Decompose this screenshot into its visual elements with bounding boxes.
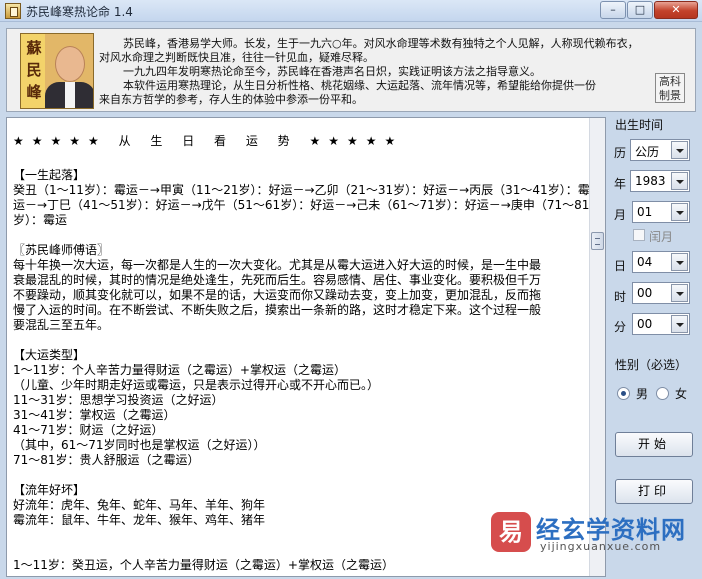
reading-line [13, 468, 591, 483]
reading-text: ★★★★★ 从 生 日 看 运 势 ★★★★★ 【一生起落】 癸丑（1～11岁）：… [13, 134, 591, 573]
reading-line: 癸丑（1～11岁）：霉运－→甲寅（11～21岁）：好运－→乙卯（21～31岁）：… [13, 183, 590, 197]
minute-value: 00 [637, 317, 653, 331]
calendar-value: 公历 [635, 145, 660, 159]
month-label: 月 [614, 208, 627, 222]
month-value: 01 [637, 205, 653, 219]
birth-time-title: 出生时间 [615, 118, 664, 132]
reading-line: 31～41岁：掌权运（之霉运） [13, 408, 176, 422]
reading-line: 41～71岁：财运（之好运） [13, 423, 164, 437]
minimize-button[interactable]: – [600, 1, 626, 19]
reading-line: 〖苏民峰师傅语〗 [13, 243, 110, 257]
intro-line: 来自东方哲学的参考，存人生的体验中参添一份平和。 [99, 93, 363, 106]
start-button[interactable]: 开始 [615, 432, 693, 457]
day-value: 04 [637, 255, 653, 269]
intro-text: 苏民峰，香港易学大师。长发，生于一九六○年。对风水命理等术数有独特之个人见解，人… [99, 37, 697, 107]
leap-month-checkbox[interactable] [633, 229, 645, 241]
minute-select[interactable]: 00 [632, 313, 690, 335]
calendar-select[interactable]: 公历 [630, 139, 690, 161]
female-radio[interactable] [656, 387, 669, 400]
reading-line: 【大运类型】 [13, 348, 86, 362]
reading-line [13, 333, 591, 348]
intro-line: 一九九四年发明寒热论命至今，苏民峰在香港声名日炽，实践证明该方法之指导意义。 [123, 65, 541, 78]
reading-line: 11～31岁：思想学习投资运（之好运） [13, 393, 224, 407]
year-select[interactable]: 1983 [630, 170, 690, 192]
reading-line: 1～11岁：癸丑运，个人辛苦力量得财运（之霉运）+掌权运（之霉运） [13, 558, 394, 572]
author-portrait: 蘇民峰 [20, 33, 94, 109]
leap-month-label: 闰月 [649, 230, 674, 244]
reading-lines: 【一生起落】 癸丑（1～11岁）：霉运－→甲寅（11～21岁）：好运－→乙卯（21… [13, 153, 591, 573]
window-title: 苏民峰寒热论命 1.4 [26, 5, 133, 19]
reading-line: 1～11岁：个人辛苦力量得财运（之霉运）+掌权运（之霉运） [13, 363, 346, 377]
watermark-logo-icon: 易 [491, 512, 531, 552]
hour-value: 00 [637, 286, 653, 300]
intro-line: 本软件运用寒热理论，从生日分析性格、桃花姻缘、大运起落、流年情况等，希望能给你提… [123, 79, 596, 92]
reading-line: 慢了入运的时间。在不断尝试、不断失败之后，摸索出一条新的路，这时才稳定下来。这个… [13, 303, 542, 317]
day-select[interactable]: 04 [632, 251, 690, 273]
title-bar: 苏民峰寒热论命 1.4 – □ ✕ [0, 0, 702, 22]
reading-line: 不要躁动，顺其变化就可以，如果不是的话，大运变而你又躁动去变，变上加变，更加混乱… [13, 288, 542, 302]
intro-line: 对风水命理之判断既快且准，往往一针见血，疑难尽释。 [99, 51, 374, 64]
chevron-down-icon[interactable] [671, 172, 688, 190]
reading-line: 运－→丁巳（41～51岁）：好运－→戊午（51～61岁）：好运－→己未（61～7… [13, 198, 590, 212]
maximize-button[interactable]: □ [627, 1, 653, 19]
male-radio[interactable] [617, 387, 630, 400]
birth-time-panel: 出生时间 历 公历 年 1983 月 01 闰月 日 04 时 00 分 00 … [609, 112, 702, 579]
portrait-calligraphy: 蘇民峰 [26, 39, 42, 101]
chevron-down-icon[interactable] [671, 284, 688, 302]
reading-line: （其中，61～71岁同时也是掌权运（之好运）） [13, 438, 266, 452]
watermark-url: yijingxuanxue.com [540, 540, 662, 553]
minute-label: 分 [614, 320, 627, 334]
portrait-face [55, 46, 85, 82]
reading-heading: ★★★★★ 从 生 日 看 运 势 ★★★★★ [13, 134, 404, 148]
app-icon [5, 3, 21, 19]
month-select[interactable]: 01 [632, 201, 690, 223]
intro-line: 苏民峰，香港易学大师。长发，生于一九六○年。对风水命理等术数有独特之个人见解，人… [123, 37, 639, 50]
scroll-thumb[interactable] [591, 232, 604, 250]
hour-label: 时 [614, 290, 627, 304]
chevron-down-icon[interactable] [671, 203, 688, 221]
reading-line: 要混乱三至五年。 [13, 318, 110, 332]
logo-seal: 高科制景 [655, 73, 685, 103]
portrait-shirt [65, 82, 75, 108]
print-button[interactable]: 打印 [615, 479, 693, 504]
female-label: 女 [675, 387, 688, 401]
reading-line: 衰最混乱的时候，其时的情况是绝处逢生，先死而后生。容易感情、居住、事业变化。要积… [13, 273, 542, 287]
day-label: 日 [614, 259, 627, 273]
reading-line: 每十年换一次大运，每一次都是人生的一次大变化。尤其是从霉大运进入好大运的时候，是… [13, 258, 542, 272]
reading-line [13, 228, 591, 243]
chevron-down-icon[interactable] [671, 315, 688, 333]
reading-line: 岁）：霉运 [13, 213, 68, 227]
vertical-scrollbar[interactable] [589, 118, 605, 576]
reading-text-area[interactable]: ★★★★★ 从 生 日 看 运 势 ★★★★★ 【一生起落】 癸丑（1～11岁）：… [6, 117, 606, 577]
reading-line: 71～81岁：贵人舒服运（之霉运） [13, 453, 200, 467]
chevron-down-icon[interactable] [671, 253, 688, 271]
chevron-down-icon[interactable] [671, 141, 688, 159]
reading-line [13, 153, 591, 168]
close-button[interactable]: ✕ [654, 1, 698, 19]
gender-title: 性别（必选） [615, 358, 688, 372]
reading-line: 【流年好坏】 [13, 483, 86, 497]
hour-select[interactable]: 00 [632, 282, 690, 304]
year-label: 年 [614, 177, 627, 191]
year-value: 1983 [635, 174, 666, 188]
male-label: 男 [636, 387, 649, 401]
reading-line: 好流年：虎年、兔年、蛇年、马年、羊年、狗年 [13, 498, 266, 512]
intro-header: 蘇民峰 苏民峰，香港易学大师。长发，生于一九六○年。对风水命理等术数有独特之个人… [6, 28, 696, 112]
reading-line: 【一生起落】 [13, 168, 86, 182]
calendar-label: 历 [614, 146, 627, 160]
reading-line: （儿童、少年时期走好运或霉运，只是表示过得开心或不开心而已。） [13, 378, 380, 392]
